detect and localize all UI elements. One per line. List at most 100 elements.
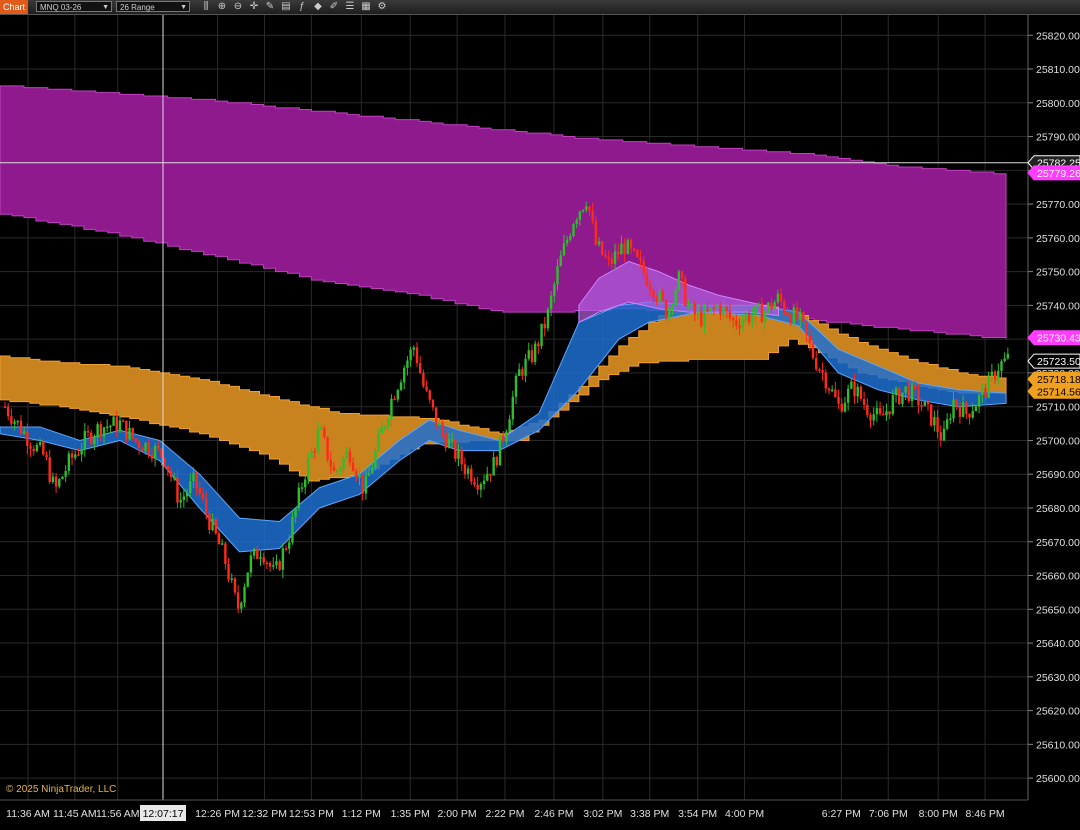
y-tick-label: 25690.00 (1036, 469, 1080, 481)
candle-body (176, 477, 179, 503)
candle-body (674, 289, 677, 306)
candle-body (856, 386, 859, 397)
candle-body (597, 241, 601, 245)
candle-body (904, 386, 907, 393)
price-marker-label: 25723.50 (1037, 356, 1080, 368)
candle-body (981, 387, 984, 395)
candle-body (588, 206, 591, 211)
candle-body (786, 311, 789, 316)
candle-body (147, 442, 150, 455)
candle (929, 404, 933, 427)
candle-body (377, 433, 380, 451)
candle-body (636, 250, 639, 257)
candle-body (364, 475, 368, 494)
candle-body (412, 347, 415, 350)
grid-icon[interactable]: ▦ (360, 1, 372, 13)
candle-body (709, 307, 713, 312)
candle-body (393, 398, 396, 401)
candle-body (355, 470, 358, 478)
candle-body (712, 307, 716, 309)
candle-body (926, 401, 930, 405)
candle-body (830, 389, 834, 392)
zoom-in-icon[interactable]: ⊕ (216, 1, 228, 13)
candle (498, 435, 502, 466)
candle-body (744, 314, 748, 321)
candle-body (125, 420, 128, 440)
candle-body (460, 449, 463, 465)
candle (636, 249, 639, 258)
chevron-down-icon: ▼ (102, 4, 109, 11)
candle-body (211, 518, 214, 531)
chart-trader-icon[interactable]: ☰ (344, 1, 356, 13)
candle-body (668, 306, 671, 319)
candle-body (961, 402, 965, 417)
candle (987, 371, 990, 399)
indicators-icon[interactable]: ƒ (296, 1, 308, 13)
candle (684, 274, 687, 307)
candle-body (335, 470, 339, 473)
candle-body (767, 302, 770, 312)
candle-body (690, 304, 693, 306)
candle-body (658, 291, 661, 302)
zoom-out-icon[interactable]: ⊖ (232, 1, 244, 13)
candle-body (115, 416, 118, 432)
strategies-icon[interactable]: ◆ (312, 1, 324, 13)
candle-body (173, 477, 176, 479)
candle-body (958, 406, 962, 417)
data-box-icon[interactable]: ▤ (280, 1, 292, 13)
candle-body (208, 513, 211, 531)
x-tick-label: 3:54 PM (678, 808, 717, 820)
candle-body (70, 453, 74, 458)
copyright-notice: © 2025 NinjaTrader, LLC (6, 784, 117, 795)
candle-body (3, 406, 7, 409)
price-chart[interactable]: 12:07:17 25600.00 25610.00 25620.00 25630.0… (0, 15, 1080, 830)
candle-body (795, 307, 799, 320)
candle-body (99, 424, 103, 437)
candle-body (361, 474, 364, 494)
instrument-selector[interactable]: MNQ 03-26 ▼ (36, 1, 112, 12)
candle-body (399, 382, 403, 391)
candle-body (859, 386, 863, 400)
candle-body (329, 459, 332, 467)
crosshair-icon[interactable]: ✛ (248, 1, 260, 13)
candle-body (878, 408, 882, 414)
candle (246, 572, 249, 588)
candle-body (757, 303, 760, 306)
candle-body (441, 422, 444, 433)
properties-icon[interactable]: ✎ (264, 1, 276, 13)
candle-body (968, 413, 971, 418)
candle-body (67, 453, 71, 472)
y-tick-label: 25810.00 (1036, 64, 1080, 76)
bar-type-selector[interactable]: 26 Range ▼ (116, 1, 190, 12)
candle-body (805, 321, 808, 335)
bars-icon[interactable]: ⫼ (200, 1, 212, 13)
candle-body (725, 306, 728, 311)
candle-body (543, 323, 546, 329)
x-tick-label: 3:38 PM (630, 808, 669, 820)
price-axis: 25600.00 25610.00 25620.00 25630.00 25640.00… (1027, 15, 1080, 800)
candle (540, 323, 543, 349)
candle-body (195, 472, 198, 488)
candle-body (585, 206, 588, 210)
y-tick-label: 25650.00 (1036, 604, 1080, 616)
candle-body (537, 343, 540, 347)
candle-body (965, 402, 968, 414)
chart-tab[interactable]: Chart (0, 0, 28, 14)
candle-body (936, 417, 939, 433)
candle-body (949, 418, 952, 420)
candle-body (540, 323, 543, 347)
candle-body (13, 421, 16, 424)
settings-icon[interactable]: ⚙ (376, 1, 388, 13)
candle-body (476, 484, 479, 490)
drawing-tools-icon[interactable]: ✐ (328, 1, 340, 13)
y-tick-label: 25630.00 (1036, 672, 1080, 684)
candle-body (319, 428, 323, 430)
candle-body (827, 388, 831, 391)
candle-body (738, 325, 741, 328)
candle-body (888, 411, 891, 415)
candle-body (450, 439, 454, 441)
candle-body (256, 548, 259, 559)
candle-body (316, 429, 320, 452)
candle-body (834, 389, 837, 398)
candle (572, 222, 575, 238)
